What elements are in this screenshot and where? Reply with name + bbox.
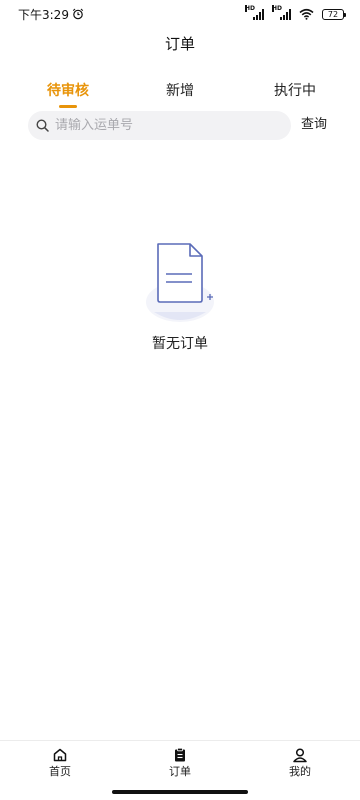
empty-state-text: 暂无订单 <box>152 336 208 352</box>
home-icon <box>53 748 67 762</box>
active-tab-indicator <box>59 105 77 108</box>
nav-label-orders: 订单 <box>169 765 191 778</box>
signal-icon: HD <box>272 4 291 20</box>
waybill-search-input[interactable] <box>55 118 275 133</box>
search-button[interactable]: 查询 <box>301 114 327 136</box>
alarm-icon <box>72 8 84 20</box>
tab-bar: 待审核 新增 执行中 <box>0 80 360 110</box>
battery-icon: 72 <box>322 8 346 20</box>
home-indicator[interactable] <box>112 790 248 794</box>
battery-level: 72 <box>327 9 339 19</box>
page-title: 订单 <box>164 35 195 53</box>
search-box[interactable] <box>28 111 291 140</box>
nav-item-profile[interactable]: 我的 <box>270 747 330 779</box>
empty-document-icon <box>146 243 214 322</box>
tab-in-progress[interactable]: 执行中 <box>255 80 335 102</box>
nav-item-orders[interactable]: 订单 <box>150 747 210 779</box>
status-left: 下午3:29 <box>18 6 84 23</box>
status-bar: 下午3:29 HD HD 72 <box>0 0 360 28</box>
tab-new[interactable]: 新增 <box>140 80 220 102</box>
tab-pending-review[interactable]: 待审核 <box>28 80 108 102</box>
nav-item-home[interactable]: 首页 <box>30 747 90 779</box>
nav-label-profile: 我的 <box>289 765 311 778</box>
order-icon <box>175 747 185 762</box>
status-right: HD HD 72 <box>245 4 346 20</box>
nav-label-home: 首页 <box>49 765 71 778</box>
wifi-icon <box>299 8 314 20</box>
signal-icon: HD <box>245 4 264 20</box>
search-icon <box>36 119 49 132</box>
status-time: 下午3:29 <box>18 7 69 22</box>
profile-icon <box>293 748 307 763</box>
